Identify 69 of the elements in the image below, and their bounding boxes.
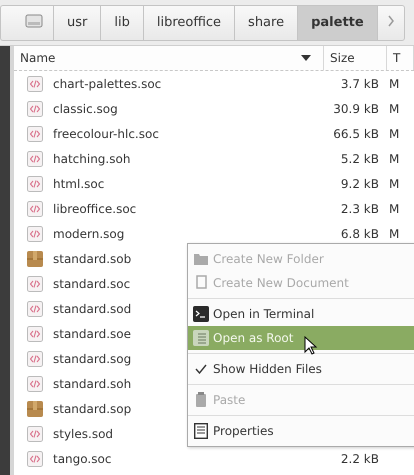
file-name[interactable]: chart-palettes.soc [53, 76, 162, 90]
menu-item[interactable]: Show Hidden Files [188, 357, 414, 381]
properties-icon [194, 423, 208, 439]
file-name[interactable]: standard.soe [53, 326, 132, 340]
file-size: 2.2 kB [340, 452, 379, 466]
mouse-cursor-icon [304, 336, 318, 356]
file-name[interactable]: standard.soh [53, 376, 132, 390]
file-size: 66.5 kB [333, 126, 379, 140]
package-icon [27, 250, 43, 266]
package-icon [27, 400, 43, 416]
file-size: 2.3 kB [340, 202, 379, 216]
code-file-icon [27, 426, 43, 442]
file-name[interactable]: tango.soc [53, 452, 112, 466]
list-icon [192, 330, 208, 346]
file-name[interactable]: standard.soc [53, 276, 130, 290]
column-header[interactable]: Name [14, 46, 324, 70]
table-cell: M [389, 202, 400, 216]
code-file-icon [27, 276, 43, 292]
code-file-icon [27, 350, 43, 366]
table-cell: M [389, 226, 400, 240]
folder-icon [192, 252, 208, 266]
path-button[interactable]: lib [100, 4, 143, 40]
code-file-icon [27, 326, 43, 342]
file-name[interactable]: standard.sog [53, 352, 132, 366]
table-cell: M [389, 76, 400, 90]
file-name[interactable]: freecolour-hlc.soc [53, 126, 159, 140]
drive-icon [25, 12, 43, 28]
code-file-icon [27, 126, 43, 142]
file-name[interactable]: hatching.soh [53, 152, 130, 166]
document-icon [194, 275, 208, 291]
table-cell: M [389, 176, 400, 190]
column-header[interactable]: Size [324, 46, 387, 70]
clipboard-icon [194, 392, 206, 408]
code-file-icon [27, 200, 43, 216]
file-size: 30.9 kB [333, 102, 379, 116]
file-size: 6.8 kB [340, 226, 379, 240]
code-file-icon [27, 300, 43, 316]
path-button[interactable]: share [234, 4, 298, 40]
file-size: 9.2 kB [340, 176, 379, 190]
file-name[interactable]: libreoffice.soc [53, 202, 136, 216]
chevron-right-icon [386, 14, 395, 26]
code-file-icon [27, 76, 43, 92]
table-cell: M [389, 102, 400, 116]
file-name[interactable]: modern.sog [53, 226, 124, 240]
drive-button[interactable] [0, 4, 53, 40]
code-file-icon [27, 376, 43, 392]
file-name[interactable]: standard.sod [53, 302, 132, 316]
file-name[interactable]: styles.sod [53, 426, 114, 440]
file-size: 5.2 kB [340, 152, 379, 166]
path-button[interactable]: libreoffice [142, 4, 234, 40]
sort-arrow-icon [301, 55, 311, 61]
path-button[interactable]: usr [53, 4, 100, 40]
code-file-icon [27, 176, 43, 192]
file-size: 3.7 kB [340, 76, 379, 90]
file-name[interactable]: classic.sog [53, 102, 118, 116]
code-file-icon [27, 226, 43, 242]
column-header[interactable]: T [387, 46, 414, 70]
table-cell: M [389, 126, 400, 140]
menu-item[interactable]: Open in Terminal [188, 302, 414, 326]
menu-item[interactable]: Properties [188, 419, 414, 443]
code-file-icon [27, 450, 43, 466]
code-file-icon [27, 100, 43, 116]
file-name[interactable]: standard.sob [53, 252, 132, 266]
code-file-icon [27, 150, 43, 166]
path-button[interactable]: palette [297, 4, 377, 40]
terminal-icon [192, 306, 208, 322]
file-name[interactable]: html.soc [53, 176, 104, 190]
table-cell: M [389, 152, 400, 166]
file-name[interactable]: standard.sop [53, 402, 132, 416]
